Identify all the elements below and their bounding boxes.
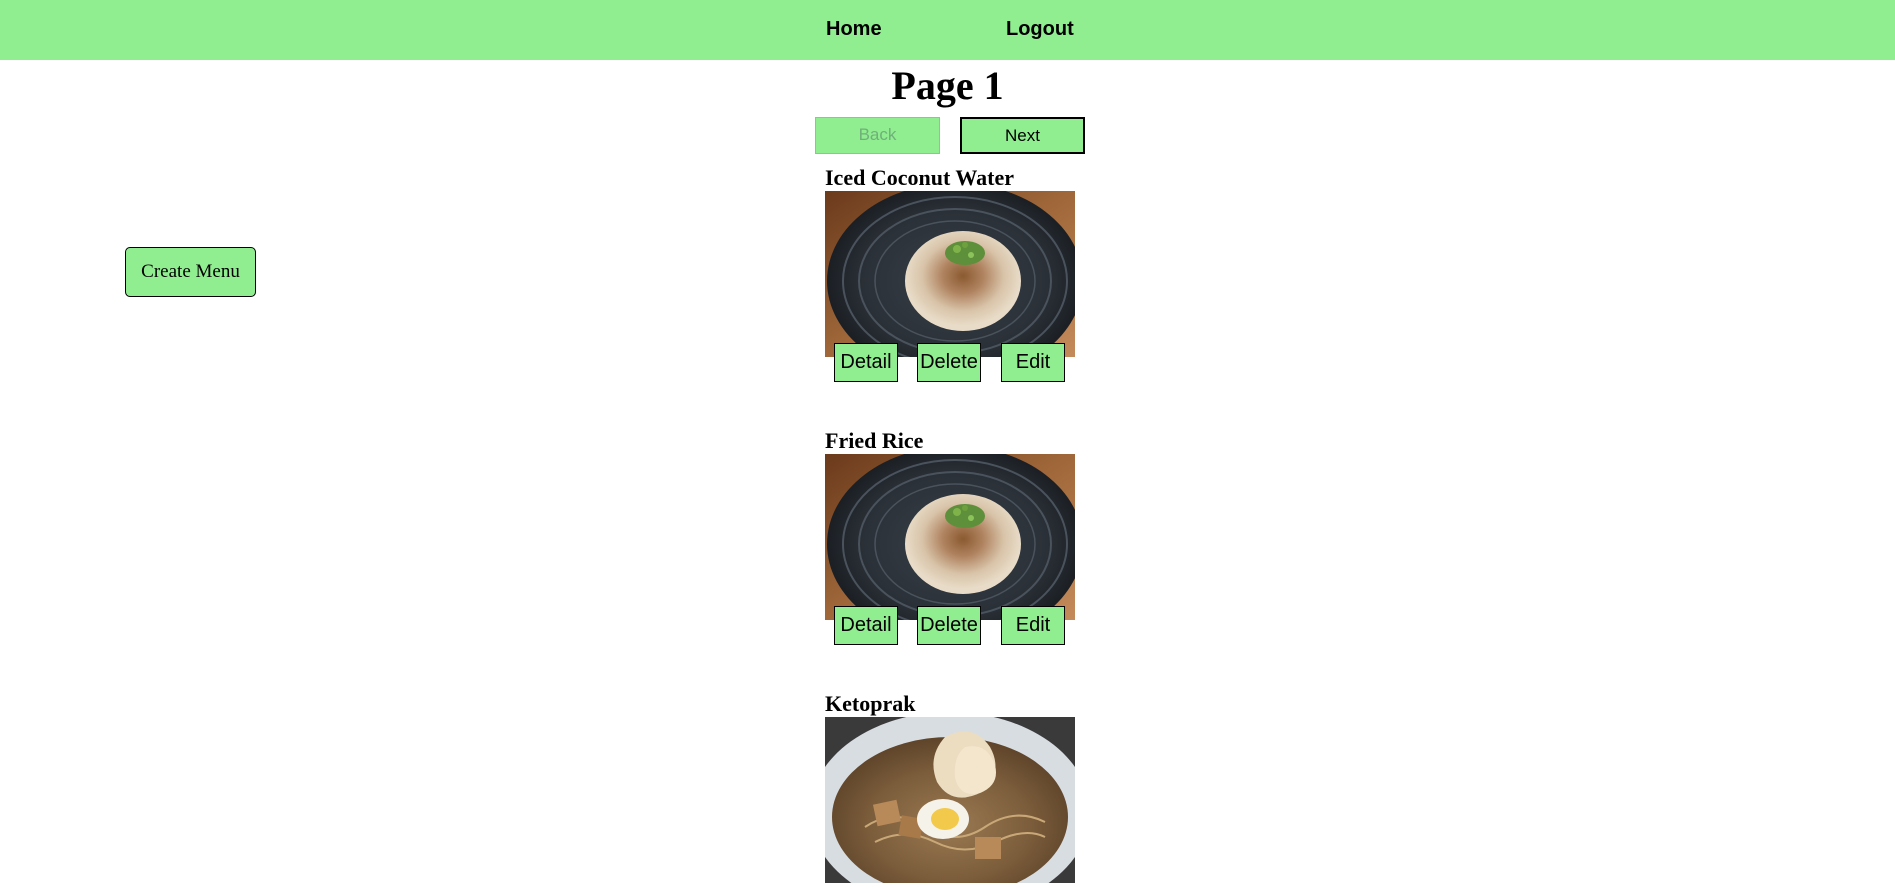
detail-button[interactable]: Detail xyxy=(834,606,898,645)
delete-button[interactable]: Delete xyxy=(917,343,981,382)
back-button[interactable]: Back xyxy=(815,117,940,154)
menu-item-card: Fried Rice Detail Delete Edit xyxy=(825,428,1075,645)
top-nav-bar: Home Logout xyxy=(0,0,1895,60)
ketoprak-plate-photo xyxy=(825,717,1075,883)
menu-item-name: Fried Rice xyxy=(825,428,924,453)
menu-item-card: Iced Coconut Water Detail Delete Edit xyxy=(825,165,1075,382)
rice-bowl-photo xyxy=(825,454,1075,620)
menu-item-card: Ketoprak xyxy=(825,691,1075,889)
create-menu-button[interactable]: Create Menu xyxy=(125,247,256,297)
detail-button[interactable]: Detail xyxy=(834,343,898,382)
nav-logout-link[interactable]: Logout xyxy=(1006,17,1074,41)
edit-button[interactable]: Edit xyxy=(1001,343,1065,382)
delete-button[interactable]: Delete xyxy=(917,606,981,645)
rice-bowl-photo xyxy=(825,191,1075,357)
menu-item-actions: Detail Delete Edit xyxy=(825,606,1075,645)
next-button[interactable]: Next xyxy=(960,117,1085,154)
menu-item-name: Iced Coconut Water xyxy=(825,165,1015,190)
page-title: Page 1 xyxy=(891,63,1004,108)
edit-button[interactable]: Edit xyxy=(1001,606,1065,645)
nav-home-link[interactable]: Home xyxy=(826,17,882,41)
menu-item-name: Ketoprak xyxy=(825,691,916,716)
menu-item-actions: Detail Delete Edit xyxy=(825,343,1075,382)
